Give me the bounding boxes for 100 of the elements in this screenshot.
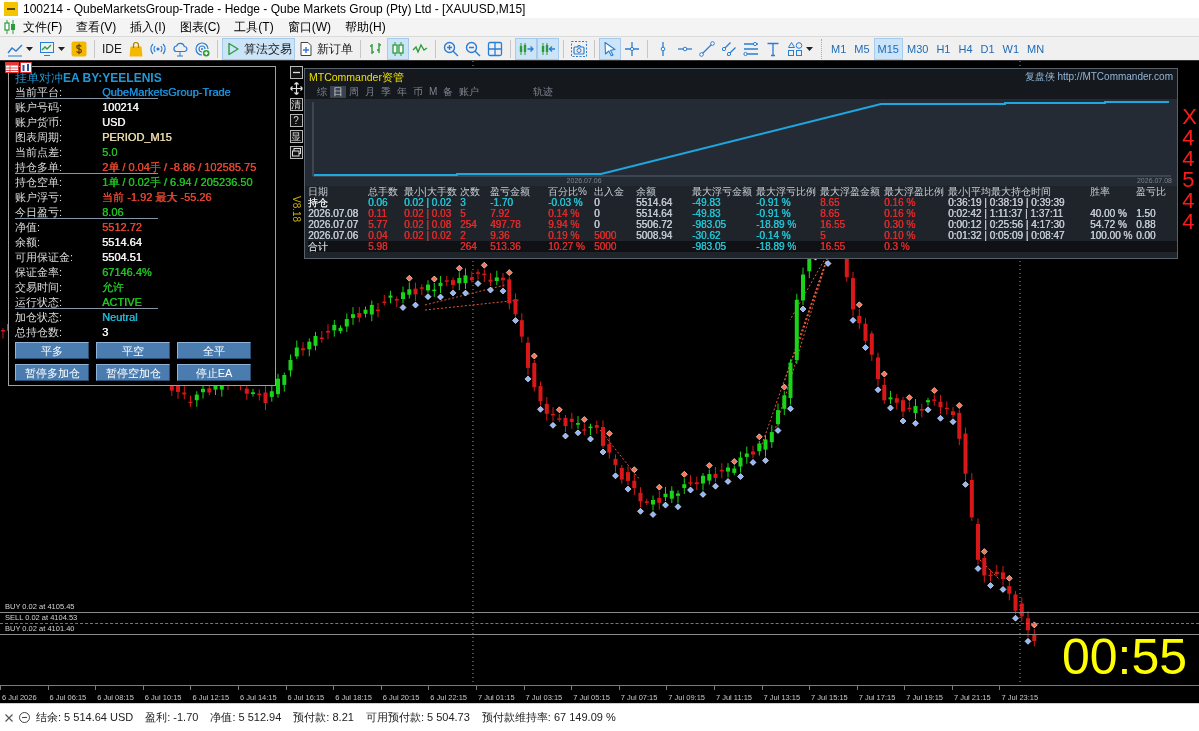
move-icon[interactable] [289, 82, 303, 95]
table-cell: -983.05 [692, 241, 726, 252]
field-value: 67146.4% [102, 265, 152, 280]
table-cell: 0.06 [368, 197, 388, 208]
toolbar-button[interactable] [537, 37, 559, 60]
table-cell: 5.98 [368, 241, 388, 252]
trace-tab[interactable]: 轨迹 [530, 86, 557, 98]
menu-item[interactable]: 帮助(H) [338, 19, 393, 35]
timeframe-tab[interactable]: M30 [903, 37, 933, 60]
close-icon[interactable] [5, 713, 13, 722]
timeframe-tab[interactable]: H4 [954, 37, 977, 60]
period-tab[interactable]: 币 [410, 86, 426, 98]
field-value: 5.0 [102, 145, 118, 160]
timeframe-tab[interactable]: W1 [998, 37, 1024, 60]
table-cell: -49.83 [692, 197, 721, 208]
table-cell: 0:02:42 | 1:11:37 | 1:37:11 [948, 208, 1063, 219]
field-value: USD [102, 115, 126, 130]
period-tab[interactable]: 月 [362, 86, 378, 98]
shift-left-icon [540, 40, 556, 57]
field-value: 当前 -1.92 最大 -55.26 [102, 190, 212, 205]
menu-item[interactable]: 窗口(W) [280, 19, 338, 35]
period-tab[interactable]: 季 [378, 86, 394, 98]
timeframe-tab[interactable]: M5 [850, 37, 874, 60]
grid-icon [487, 40, 503, 57]
panel-button[interactable]: 停止EA [177, 364, 251, 381]
status-text: 预付款: 8.21 [293, 710, 354, 725]
edge-label: 4 [1182, 148, 1195, 169]
panel-title: MTCommander资管 [309, 71, 404, 83]
menu-item[interactable]: 工具(T) [227, 19, 281, 35]
zoom-out-icon [465, 40, 481, 57]
app-icon [4, 2, 18, 16]
table-cell: 5514.64 [636, 197, 673, 208]
table-cell: 0.02 | 0.03 [404, 208, 452, 219]
timeframe-tab[interactable]: D1 [976, 37, 999, 60]
side-button[interactable]: 显 [289, 130, 303, 143]
panel-button[interactable]: 暂停多加仓 [15, 364, 89, 381]
collapse-icon[interactable] [19, 712, 30, 723]
period-tab[interactable]: 周 [346, 86, 362, 98]
table-cell: 264 [460, 241, 477, 252]
menu-item[interactable]: 查看(V) [69, 19, 124, 35]
table-cell: 7.92 [490, 208, 510, 219]
levels-icon [743, 40, 759, 57]
field-label: 保证金率: [15, 265, 64, 280]
table-cell: 5 [460, 208, 466, 219]
table-cell: 5 [820, 230, 826, 241]
column-header: 最大浮盈金额 [820, 186, 880, 197]
table-cell: 0.02 | 0.02 [404, 197, 452, 208]
field-label: 净值: [15, 220, 42, 235]
side-button[interactable]: 清 [289, 98, 303, 111]
timeframe-tab[interactable]: M1 [827, 37, 851, 60]
panel-button[interactable]: 暂停空加仓 [96, 364, 170, 381]
table-cell: 0.30 % [884, 219, 916, 230]
period-tab[interactable]: 账户 [456, 86, 483, 98]
field-label: 当前点差: [15, 145, 64, 160]
period-tab[interactable]: 日 [330, 86, 346, 98]
toolbar-button[interactable] [515, 37, 537, 60]
table-cell: 0 [594, 219, 600, 230]
table-cell: 0.02 | 0.08 [404, 219, 452, 230]
table-cell: 497.78 [490, 219, 521, 230]
timeframe-tab[interactable]: MN [1023, 37, 1049, 60]
countdown-timer: 00:55 [1061, 632, 1187, 682]
toolbar-button[interactable]: 算法交易 [222, 37, 295, 60]
bar-chart-icon [368, 40, 384, 57]
field-value: 5504.51 [102, 250, 142, 265]
toolbar-button[interactable]: 新订单 [295, 37, 356, 60]
field-label: 图表周期: [15, 130, 64, 145]
toolbar-button[interactable] [387, 37, 409, 60]
table-cell: 513.36 [490, 241, 521, 252]
panel-button[interactable]: 全平 [177, 342, 251, 359]
side-button[interactable]: ? [289, 114, 303, 127]
period-tab[interactable]: 综 [314, 86, 330, 98]
status-text: 净值: 5 512.94 [210, 710, 282, 725]
period-tab[interactable]: 年 [394, 86, 410, 98]
table-cell: 5506.72 [636, 219, 673, 230]
table-cell: -0.14 % [756, 230, 791, 241]
column-header: 最大浮盈比例 [884, 186, 944, 197]
period-tab[interactable]: 备 [440, 86, 457, 98]
toolbar-button[interactable]: IDE [99, 37, 125, 60]
menu-item[interactable]: 插入(I) [123, 19, 173, 35]
menu-item[interactable]: 图表(C) [172, 19, 228, 35]
minimize-icon[interactable] [289, 66, 303, 79]
restore-window-icon[interactable] [289, 146, 303, 159]
caret-icon [26, 46, 33, 51]
table-cell: 0.88 [1136, 219, 1156, 230]
column-header: 盈亏比 [1136, 186, 1166, 197]
field-value: Neutral [102, 310, 138, 325]
caret-icon [806, 46, 813, 51]
toolbar-button[interactable] [599, 37, 621, 60]
field-value: 2单 / 0.04手 / -8.86 / 102585.75 [102, 160, 257, 175]
timeframe-tab[interactable]: M15 [873, 37, 903, 60]
timeframe-tab[interactable]: H1 [932, 37, 955, 60]
field-label: 账户货币: [15, 115, 64, 130]
menu-item[interactable]: 文件(F) [16, 19, 70, 35]
period-tab[interactable]: M [426, 86, 441, 98]
table-cell: 持仓 [308, 197, 328, 208]
panel-button[interactable]: 平空 [96, 342, 170, 359]
field-value: 8.06 [102, 205, 124, 220]
field-label: 账户号码: [15, 100, 64, 115]
table-cell: 5000 [594, 230, 617, 241]
panel-button[interactable]: 平多 [15, 342, 89, 359]
